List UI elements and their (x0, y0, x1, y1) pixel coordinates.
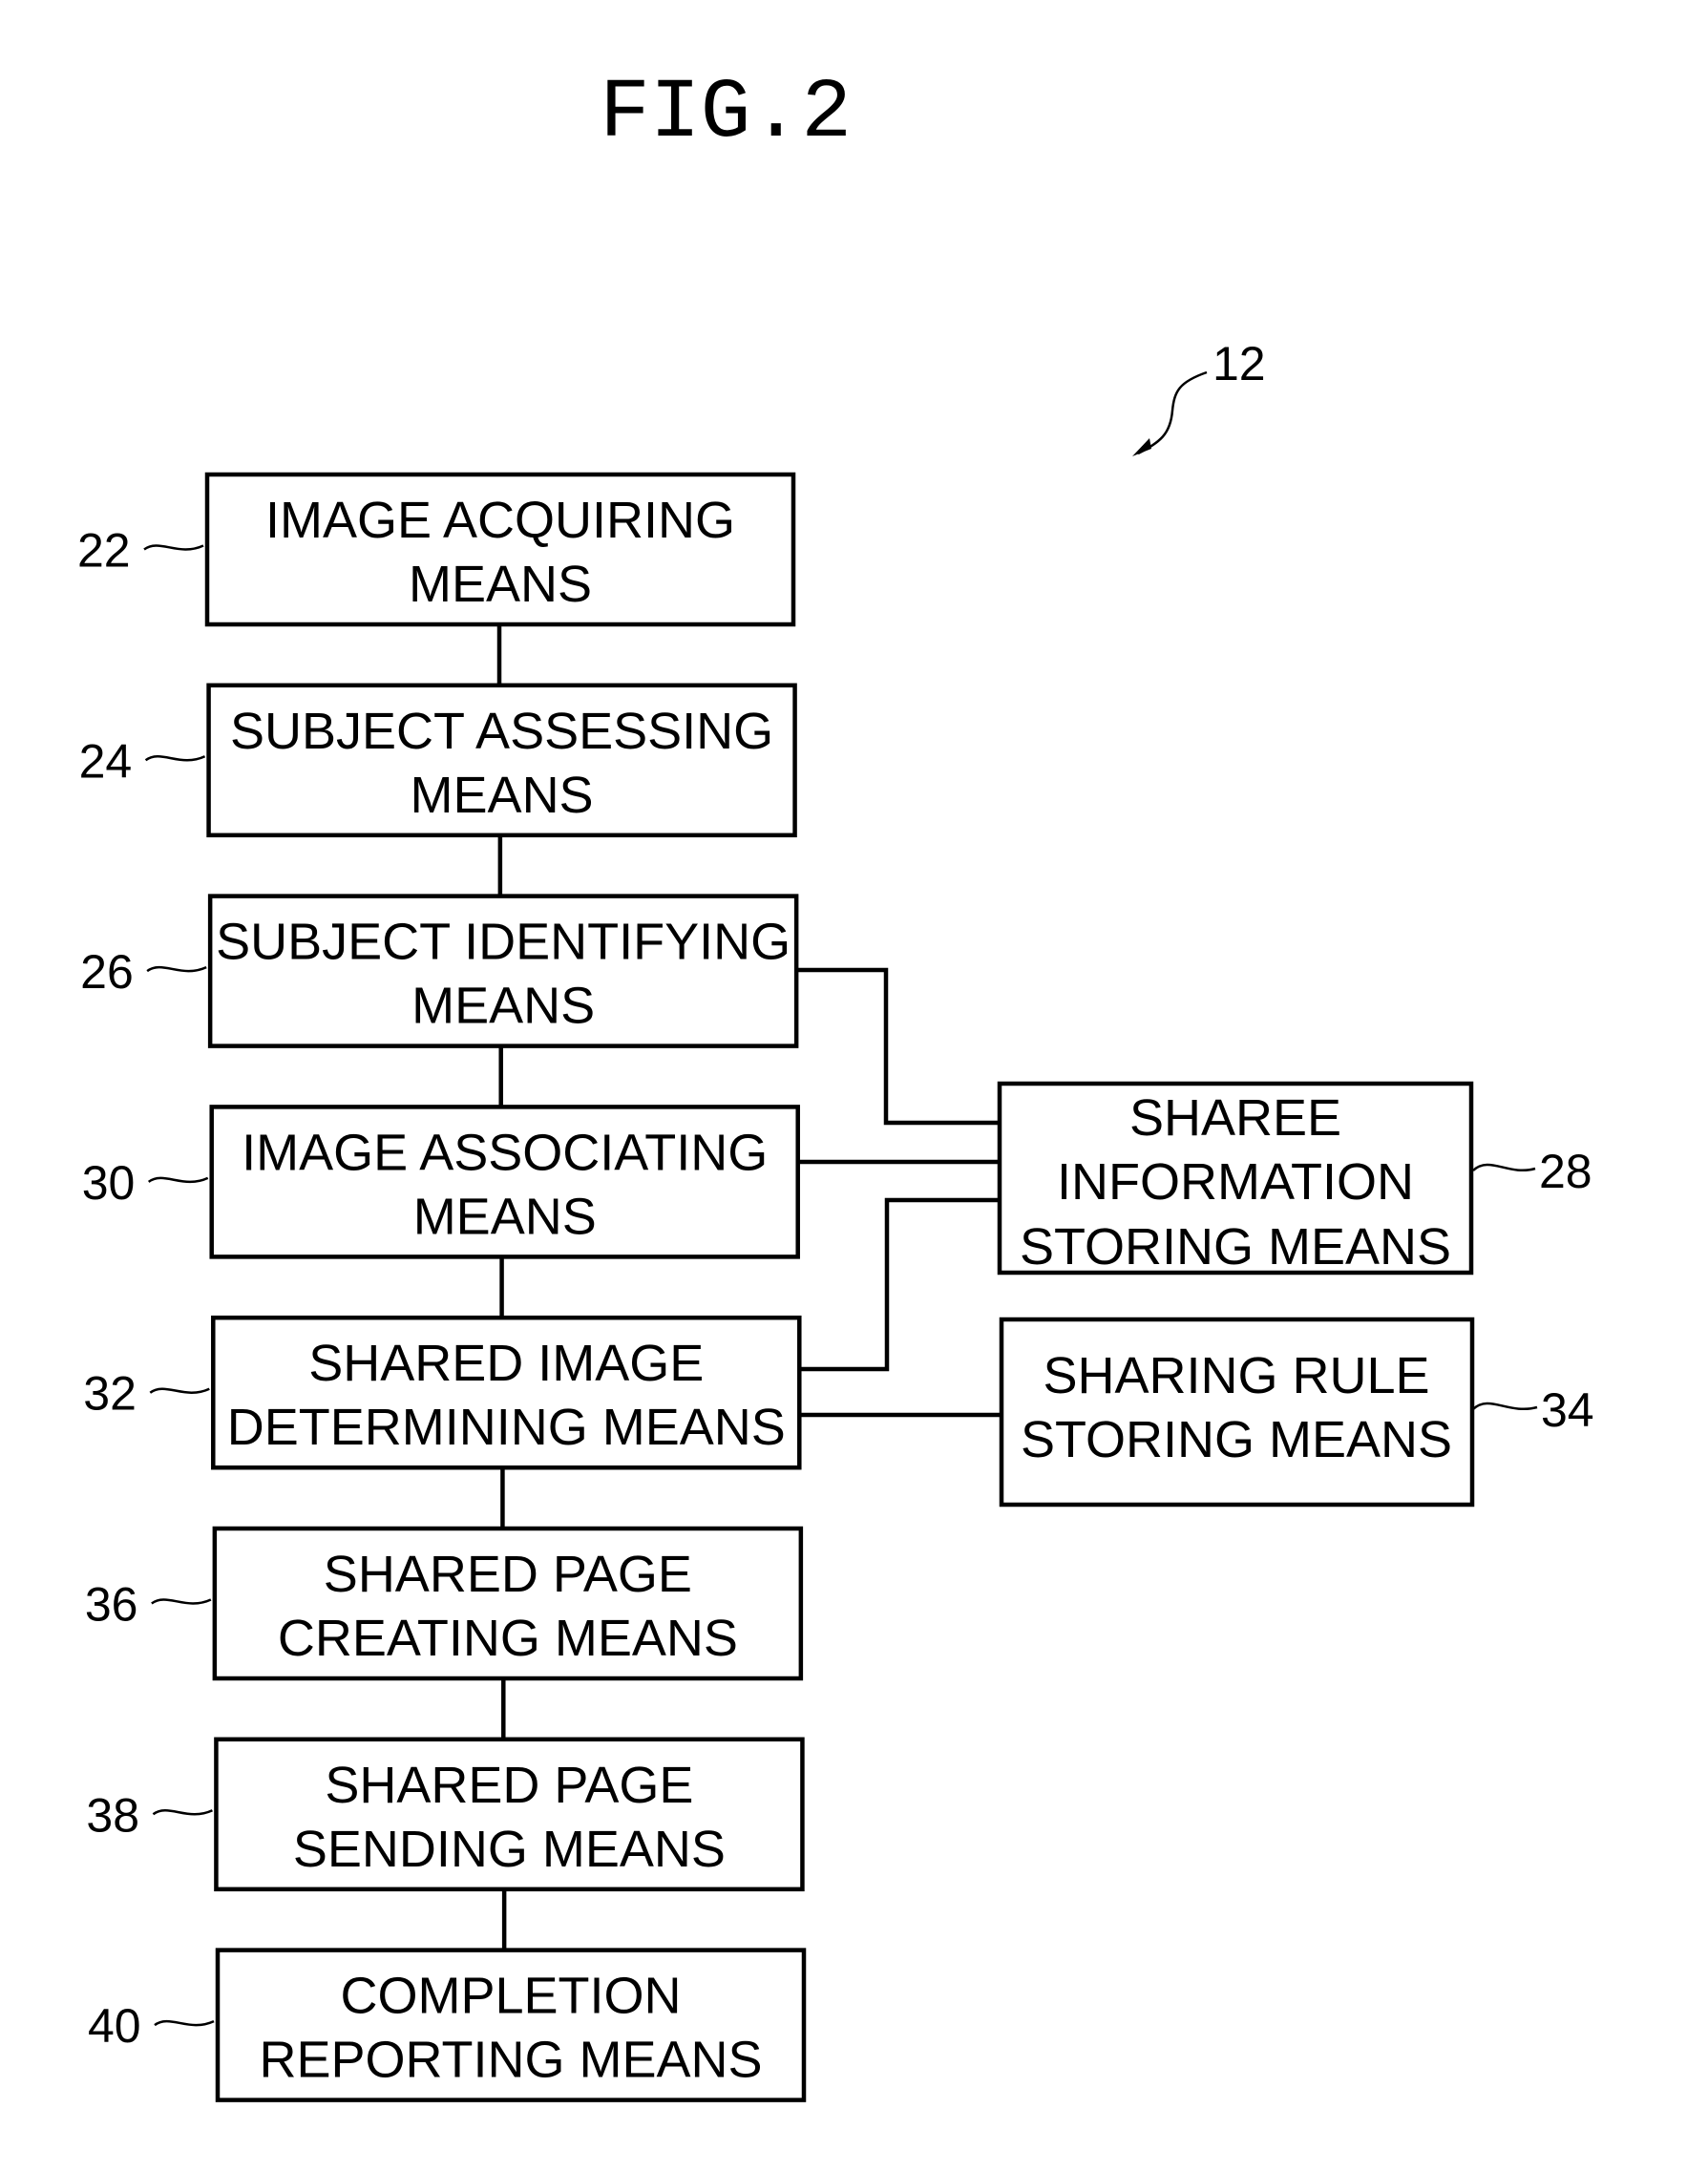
block-34-leader (1472, 1402, 1538, 1410)
block-40: COMPLETION REPORTING MEANS 40 (88, 1948, 807, 2102)
block-36: SHARED PAGE CREATING MEANS 36 (85, 1526, 804, 1681)
connector-32-to-28 (794, 1197, 1002, 1372)
block-28-line-1: SHAREE (1129, 1089, 1341, 1147)
block-24-ref: 24 (79, 734, 133, 788)
block-28: SHAREE INFORMATION STORING MEANS 28 (997, 1081, 1592, 1276)
main-blocks: IMAGE ACQUIRING MEANS 22 SUBJECT ASSESSING M… (77, 472, 807, 2102)
block-30: IMAGE ASSOCIATING MEANS 30 (82, 1105, 800, 1259)
block-34: SHARING RULE STORING MEANS 34 (999, 1317, 1594, 1508)
block-38: SHARED PAGE SENDING MEANS 38 (86, 1737, 805, 1892)
block-34-ref: 34 (1541, 1383, 1594, 1437)
block-26-ref: 26 (80, 945, 134, 999)
block-40-line-2: REPORTING MEANS (259, 2032, 762, 2089)
block-28-line-3: STORING MEANS (1020, 1218, 1451, 1276)
connector-26-to-28 (792, 967, 1002, 1126)
block-26: SUBJECT IDENTIFYING MEANS 26 (80, 894, 799, 1048)
side-connectors (792, 967, 1004, 1418)
block-34-line-2: STORING MEANS (1021, 1411, 1452, 1468)
block-22-line-2: MEANS (409, 556, 592, 613)
block-24: SUBJECT ASSESSING MEANS 24 (79, 683, 797, 838)
block-22-line-1: IMAGE ACQUIRING (265, 492, 735, 549)
block-36-line-2: CREATING MEANS (278, 1610, 738, 1667)
block-36-leader (151, 1598, 212, 1605)
block-38-line-2: SENDING MEANS (293, 1821, 726, 1878)
block-32: SHARED IMAGE DETERMINING MEANS 32 (83, 1315, 802, 1470)
block-30-line-2: MEANS (413, 1188, 597, 1245)
block-36-ref: 36 (85, 1578, 138, 1632)
block-26-leader (146, 965, 207, 973)
block-30-line-1: IMAGE ASSOCIATING (242, 1124, 768, 1181)
device-ref-label: 12 (1212, 337, 1266, 390)
block-40-ref: 40 (88, 1999, 141, 2053)
block-34-line-1: SHARING RULE (1043, 1347, 1429, 1404)
block-22-leader (143, 544, 204, 551)
block-26-line-2: MEANS (411, 978, 595, 1035)
block-38-ref: 38 (86, 1788, 139, 1842)
device-reference: 12 (1132, 337, 1266, 456)
block-24-line-2: MEANS (411, 767, 594, 824)
arrowhead-icon (1132, 438, 1151, 456)
block-32-ref: 32 (83, 1367, 137, 1421)
block-32-line-1: SHARED IMAGE (308, 1335, 704, 1392)
block-28-leader (1472, 1163, 1536, 1171)
block-28-ref: 28 (1539, 1145, 1592, 1198)
block-30-ref: 30 (82, 1156, 136, 1210)
block-28-line-2: INFORMATION (1057, 1153, 1414, 1211)
block-22-ref: 22 (77, 524, 131, 578)
block-32-line-2: DETERMINING MEANS (227, 1399, 786, 1456)
figure-title: FIG.2 (600, 67, 852, 161)
block-38-line-1: SHARED PAGE (325, 1757, 693, 1814)
block-40-leader (154, 2019, 215, 2027)
block-30-leader (147, 1176, 209, 1184)
block-26-line-1: SUBJECT IDENTIFYING (216, 914, 791, 971)
block-36-line-1: SHARED PAGE (324, 1546, 692, 1603)
block-32-leader (149, 1387, 210, 1394)
block-40-line-1: COMPLETION (340, 1968, 681, 2025)
block-diagram: FIG.2 12 IMAGE ACQUIRING MEANS 22 SUBJECT A… (77, 67, 1594, 2102)
block-38-leader (152, 1809, 213, 1816)
block-22: IMAGE ACQUIRING MEANS 22 (77, 472, 796, 627)
block-24-line-1: SUBJECT ASSESSING (230, 703, 773, 760)
block-24-leader (144, 755, 206, 762)
